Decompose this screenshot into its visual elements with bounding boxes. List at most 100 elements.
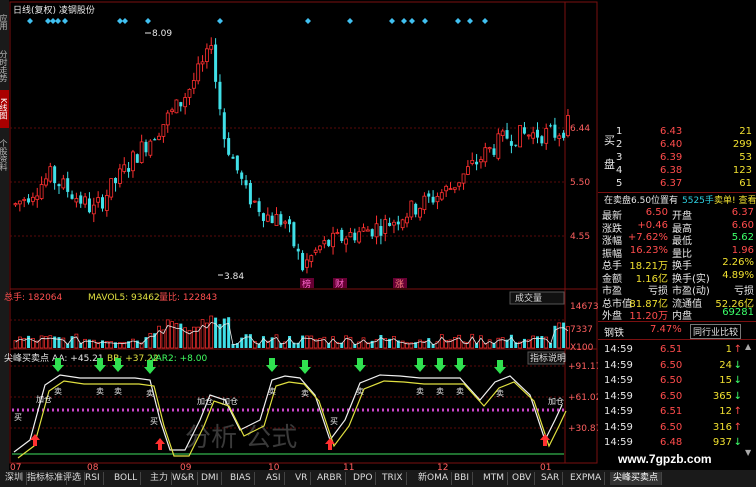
candle-body (544, 128, 549, 144)
indicator-tab[interactable]: TRIX (379, 472, 407, 485)
volume-axis-label-3: X100 (570, 343, 594, 353)
indicator-tab[interactable]: 新OMA (415, 472, 453, 485)
candle-body (196, 63, 201, 82)
sell-signal-arrow (354, 358, 366, 372)
diamond-marker (389, 18, 395, 24)
order-price: 6.39 (660, 152, 683, 163)
order-price: 6.37 (660, 178, 683, 189)
candle-body (22, 199, 27, 201)
candle-body (422, 195, 427, 211)
order-book-row[interactable]: 1 6.43 21 (598, 126, 756, 140)
candle-body (400, 219, 405, 229)
buy-signal-arrow (325, 438, 335, 450)
tick-direction-icon: ↑ (733, 421, 742, 433)
indicator-tab[interactable]: ARBR (314, 472, 346, 485)
order-book-row[interactable]: 4 6.38 123 (598, 165, 756, 179)
tick-row: 14:59 6.51 12 ↑ (598, 406, 756, 420)
candle-body (522, 127, 526, 134)
indicator-tab[interactable]: 尖峰买卖点 (610, 472, 663, 485)
candle-body (274, 214, 279, 226)
candle-body (335, 232, 340, 235)
indicator-tab[interactable]: DPO (350, 472, 377, 485)
date-label-09: 09 (180, 463, 192, 470)
tick-price: 6.50 (660, 359, 683, 371)
volume-bar (48, 335, 53, 349)
order-volume: 123 (732, 165, 752, 176)
candle-body (109, 178, 114, 198)
volume-bar (301, 335, 305, 348)
candle-body (270, 215, 274, 224)
volume-bar (227, 317, 231, 348)
order-price: 6.40 (660, 139, 683, 150)
candle-body (340, 229, 344, 241)
candle-body (87, 198, 91, 213)
quote-value: 4.89% (722, 269, 754, 281)
marker-rank[interactable]: 榜 (302, 278, 311, 290)
candle-body (231, 156, 235, 159)
volume-bar (74, 333, 79, 349)
candle-body (118, 168, 122, 184)
volume-bar (288, 336, 292, 348)
order-book-row[interactable]: 2 6.40 299 (598, 139, 756, 153)
date-label-10: 10 (268, 463, 280, 470)
candle-body (475, 161, 479, 165)
indicator-tab[interactable]: MTM (480, 472, 509, 485)
candle-body (370, 229, 374, 237)
candle-body (383, 219, 388, 234)
candle-body (531, 132, 536, 139)
candlestick-series (13, 37, 570, 274)
candle-body (66, 178, 70, 192)
candle-body (353, 232, 357, 241)
marker-finance[interactable]: 财 (335, 278, 344, 290)
indicator-tab[interactable]: EXPMA (567, 472, 606, 485)
candle-body (187, 88, 192, 98)
indicator-tab[interactable]: ASI (263, 472, 285, 485)
indicator-tab[interactable]: SAR (538, 472, 564, 485)
order-book-row[interactable]: 3 6.39 53 (598, 152, 756, 166)
diamond-marker (455, 18, 461, 24)
volume-indicator-dropdown[interactable]: 成交量 (515, 292, 542, 304)
indicator-help-button[interactable]: 指标说明 (530, 352, 566, 364)
candle-body (104, 195, 109, 211)
order-status-right[interactable]: 卖单! 查看详细 (714, 193, 756, 206)
candle-body (562, 132, 566, 138)
marker-limit-up[interactable]: 涨 (395, 279, 404, 290)
volume-bar (244, 334, 248, 348)
industry-compare-button[interactable]: 同行业比较 (690, 324, 742, 339)
indicator-tab[interactable]: BBI (451, 472, 474, 485)
tick-list-scroll[interactable]: ▲ ▼ (745, 342, 753, 460)
candle-body (331, 232, 335, 248)
indicator-tab[interactable]: BOLL (111, 472, 142, 485)
indicator-tab[interactable]: RSI (82, 472, 104, 485)
order-volume: 53 (739, 152, 752, 163)
sell-signal-arrow (494, 360, 506, 374)
candle-body (79, 195, 83, 204)
candle-body (135, 154, 139, 163)
candle-body (518, 124, 522, 148)
candle-body (348, 232, 353, 238)
indicator-tab[interactable]: VR (292, 472, 312, 485)
volume-bar (274, 334, 279, 349)
order-status-bar[interactable]: 在卖盘6.50位置有 5525手 卖单! 查看详细 (598, 193, 756, 207)
candle-body (361, 227, 366, 232)
candle-body (540, 136, 544, 144)
indicator-name-label: 尖峰买卖点 (4, 352, 49, 364)
indicator-tab[interactable]: OBV (509, 472, 536, 485)
chart-svg[interactable]: 日线(复权) 凌钢股份 8.09 6.44 5.50 4.55 3.84 榜 财… (0, 0, 600, 470)
order-book-row[interactable]: 5 6.37 61 (598, 178, 756, 192)
sell-signal-label: 卖 (96, 387, 104, 396)
indicator-tab[interactable]: W&R (169, 472, 199, 485)
order-price: 6.43 (660, 126, 683, 137)
scroll-down-icon[interactable]: ▼ (745, 448, 751, 457)
indicator-tab[interactable]: BIAS (227, 472, 255, 485)
indicator-tab[interactable]: DMI (198, 472, 223, 485)
buy-signal-label: 买 (150, 417, 158, 426)
sell-signal-arrow (266, 358, 278, 372)
date-label-12: 12 (437, 463, 448, 470)
scroll-up-icon[interactable]: ▲ (745, 342, 751, 351)
tick-direction-icon: ↑ (733, 344, 742, 355)
candle-body (396, 221, 400, 225)
diamond-marker (422, 18, 428, 24)
candle-body (322, 240, 327, 245)
candle-body (526, 134, 531, 137)
